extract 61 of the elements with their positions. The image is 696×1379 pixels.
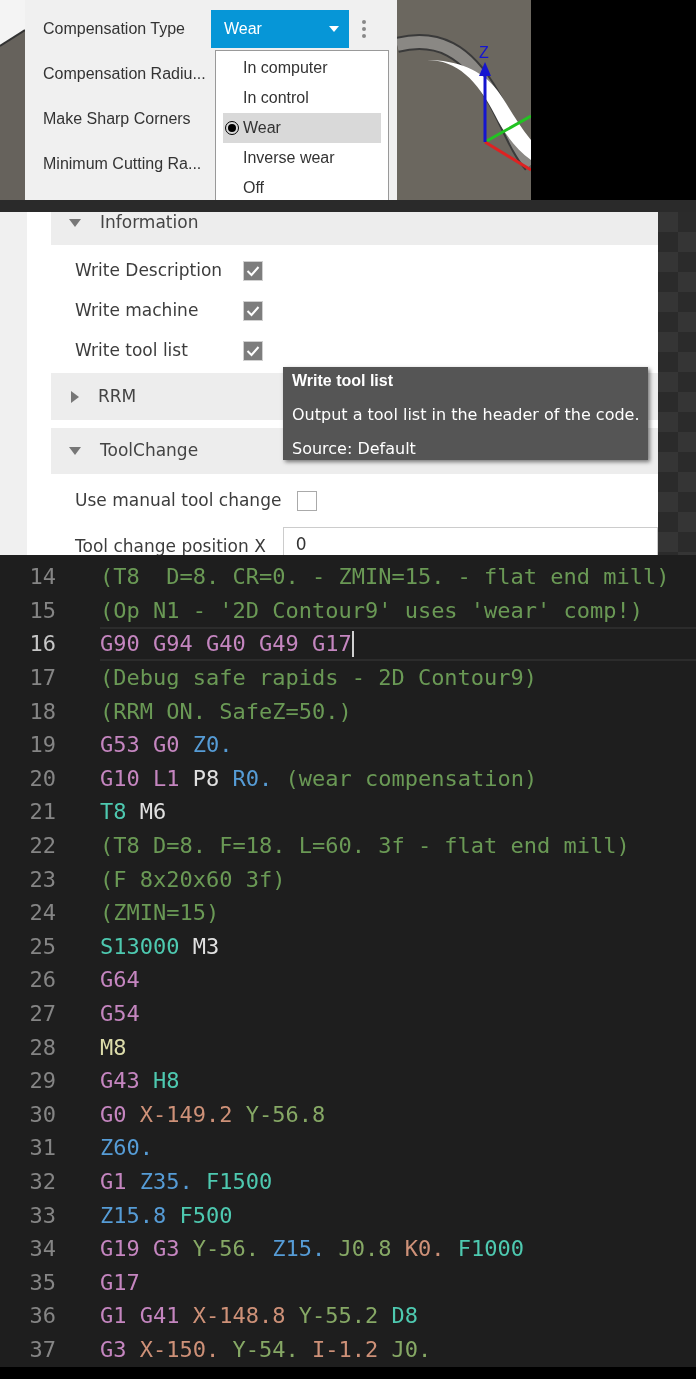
line-number: 17 <box>28 664 56 693</box>
code-line: S13000 M3 <box>100 932 220 961</box>
property-label: Tool change position X <box>75 534 267 555</box>
code-line: Z15.8 F500 <box>100 1201 233 1230</box>
code-line: G17 <box>100 1268 140 1297</box>
line-number: 29 <box>28 1067 56 1096</box>
code-line: (T8 D=8. F=18. L=60. 3f - flat end mill) <box>100 832 630 861</box>
line-number: 23 <box>28 865 56 894</box>
line-number: 32 <box>28 1168 56 1196</box>
code-line: T8 M6 <box>100 798 167 827</box>
line-number: 36 <box>28 1302 56 1331</box>
line-number: 25 <box>28 932 56 961</box>
property-label: Write Description <box>75 259 224 283</box>
line-number: 22 <box>28 832 56 861</box>
tooltip-title: Write tool list <box>292 371 395 391</box>
line-number: 16 <box>28 630 56 659</box>
code-line: (ZMIN=15) <box>100 899 220 928</box>
line-number: 34 <box>28 1235 56 1264</box>
code-line: Z60. <box>100 1134 153 1163</box>
code-line: G1 G41 X-148.8 Y-55.2 D8 <box>100 1302 418 1331</box>
code-line: G53 G0 Z0. <box>100 731 233 760</box>
code-line: (Debug safe rapids - 2D Contour9) <box>100 664 538 693</box>
line-number: 19 <box>28 731 56 760</box>
code-line: G10 L1 P8 R0. (wear compensation) <box>100 764 538 793</box>
property-label: Write tool list <box>75 339 189 363</box>
property-label: Use manual tool change <box>75 489 283 513</box>
code-line: G54 <box>100 1000 140 1028</box>
code-line: (F 8x20x60 3f) <box>100 865 286 894</box>
line-number: 27 <box>28 1000 56 1028</box>
field-label: Compensation Radiu... <box>43 64 206 82</box>
tooltip-source: Source: Default <box>292 438 417 460</box>
line-number: 33 <box>28 1201 56 1230</box>
code-line: (Op N1 - '2D Contour9' uses 'wear' comp!) <box>100 596 644 625</box>
code-line: G19 G3 Y-56. Z15. J0.8 K0. F1000 <box>100 1235 524 1264</box>
line-number: 30 <box>28 1100 56 1129</box>
code-line: (RRM ON. SafeZ=50.) <box>100 697 352 726</box>
code-line: G43 H8 <box>100 1067 180 1096</box>
field-label: Make Sharp Corners <box>43 109 191 127</box>
code-line: G1 Z35. F1500 <box>100 1168 273 1196</box>
code-line: (T8 D=8. CR=0. - ZMIN=15. - flat end mill) <box>100 563 670 592</box>
code-line: G0 X-149.2 Y-56.8 <box>100 1100 326 1129</box>
tooltip-text: Output a tool list in the header of the code. <box>292 404 639 426</box>
line-number: 31 <box>28 1134 56 1163</box>
line-number: 15 <box>28 596 56 625</box>
line-number: 18 <box>28 697 56 726</box>
line-number: 26 <box>28 966 56 995</box>
field-label: Compensation Type <box>43 19 185 37</box>
line-number: 35 <box>28 1268 56 1297</box>
code-line: M8 <box>100 1033 127 1062</box>
code-line: G90 G94 G40 G49 G17 <box>100 630 352 659</box>
field-label: Minimum Cutting Ra... <box>43 154 202 172</box>
line-number: 14 <box>28 563 56 592</box>
line-number: 20 <box>28 764 56 793</box>
code-line: G64 <box>100 966 140 995</box>
line-number: 28 <box>28 1033 56 1062</box>
property-label: Write machine <box>75 299 200 323</box>
code-line: G3 X-150. Y-54. I-1.2 J0. <box>100 1335 432 1364</box>
axis-label: Z <box>479 44 489 61</box>
line-number: 21 <box>28 798 56 827</box>
line-number: 37 <box>28 1335 56 1364</box>
line-number: 24 <box>28 899 56 928</box>
